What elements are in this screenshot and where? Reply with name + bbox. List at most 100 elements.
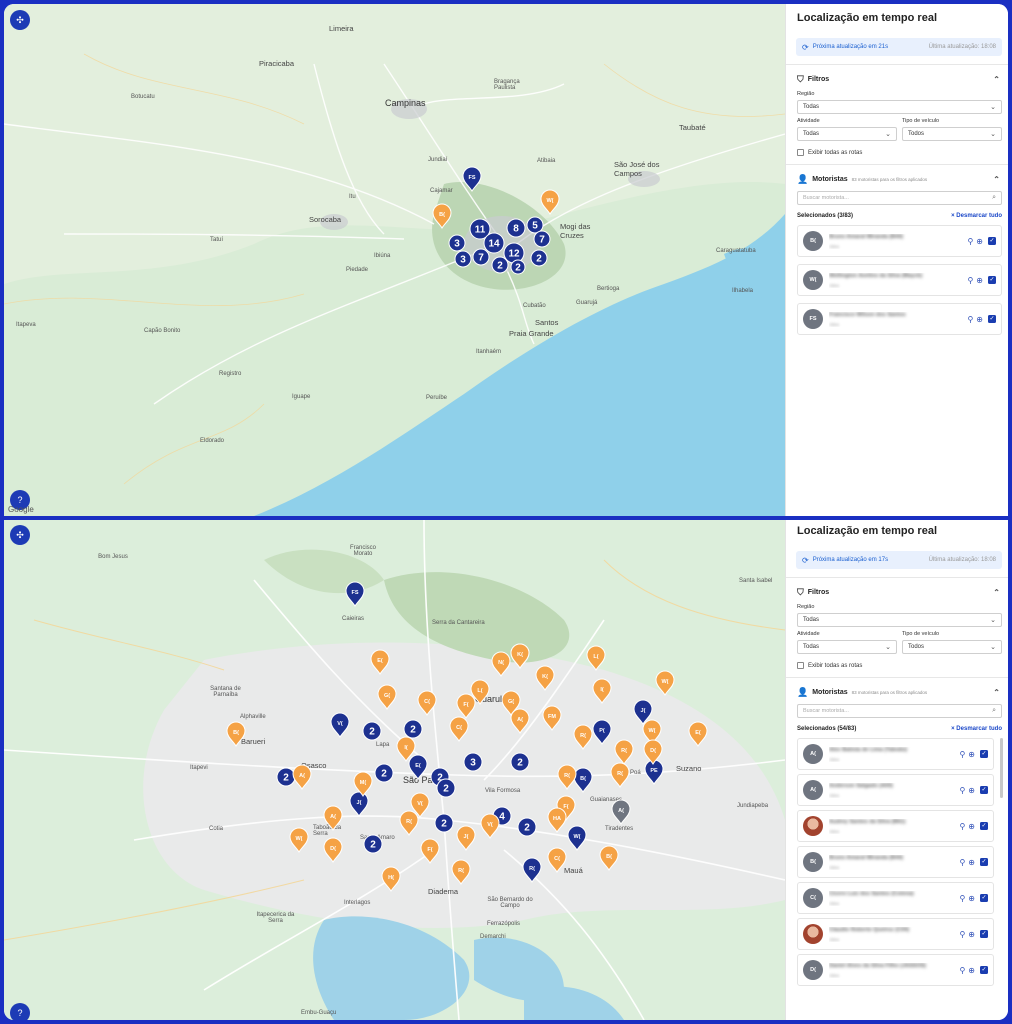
driver-pin-marker[interactable]: B( xyxy=(432,203,452,229)
location-pin-icon[interactable]: ⚲ xyxy=(959,930,965,939)
location-pin-icon[interactable]: ⚲ xyxy=(967,237,973,246)
show-routes-toggle[interactable]: Exibir todas as rotas xyxy=(786,662,1008,669)
region-select[interactable]: Todas ⌄ xyxy=(797,613,1002,627)
driver-pin-marker[interactable]: A( xyxy=(323,805,343,831)
driver-pin-marker[interactable]: J( xyxy=(456,825,476,851)
target-icon[interactable]: ⊕ xyxy=(976,276,983,285)
checkbox-checked[interactable]: ✓ xyxy=(980,750,988,758)
driver-pin-marker[interactable]: F( xyxy=(420,838,440,864)
cluster-marker[interactable]: 2 xyxy=(276,767,296,787)
vehicle-select[interactable]: Todos ⌄ xyxy=(902,127,1002,141)
driver-pin-marker[interactable]: W( xyxy=(540,189,560,215)
cluster-marker[interactable]: 14 xyxy=(483,232,505,254)
driver-pin-marker[interactable]: K( xyxy=(535,665,555,691)
cluster-marker[interactable]: 2 xyxy=(530,249,548,267)
refresh-icon[interactable]: ⟳ xyxy=(802,43,809,52)
cluster-marker[interactable]: 2 xyxy=(363,834,383,854)
drivers-header[interactable]: 👤 Motoristas 83 motoristas para os filtr… xyxy=(786,684,1008,700)
checkbox-checked[interactable]: ✓ xyxy=(980,786,988,794)
driver-pin-marker[interactable]: R( xyxy=(557,764,577,790)
driver-card[interactable]: Claudio Roberto Queiroz (C04) Ativo ⚲ ⊕ ✓ xyxy=(797,918,994,950)
target-icon[interactable]: ⊕ xyxy=(968,966,975,975)
map-top[interactable]: Limeira Campinas Piracicaba Jundiaí Soro… xyxy=(4,4,785,516)
driver-pin-marker[interactable]: F( xyxy=(456,693,476,719)
driver-pin-marker[interactable]: E( xyxy=(408,754,428,780)
target-icon[interactable]: ⊕ xyxy=(968,750,975,759)
driver-pin-marker[interactable]: V( xyxy=(330,712,350,738)
help-icon[interactable]: ? xyxy=(10,1003,30,1020)
checkbox-checked[interactable]: ✓ xyxy=(988,315,996,323)
driver-search-input[interactable]: Buscar motorista... ⌕ xyxy=(797,704,1002,718)
cluster-marker[interactable]: 3 xyxy=(454,250,472,268)
cluster-marker[interactable]: 2 xyxy=(510,752,530,772)
driver-card[interactable]: Audrey Santos da Silva (B61) Ativo ⚲ ⊕ ✓ xyxy=(797,810,994,842)
cluster-marker[interactable]: 2 xyxy=(374,763,394,783)
filters-header[interactable]: ⛉ Filtros ⌃ xyxy=(786,71,1008,87)
location-pin-icon[interactable]: ⚲ xyxy=(959,750,965,759)
map-bottom[interactable]: Guarulhos São Paulo Osasco Barueri Diade… xyxy=(4,520,785,1020)
driver-pin-marker[interactable]: C( xyxy=(449,716,469,742)
chevron-up-icon[interactable]: ⌃ xyxy=(993,75,1000,84)
target-icon[interactable]: ⊕ xyxy=(968,894,975,903)
driver-pin-marker[interactable]: B( xyxy=(599,845,619,871)
driver-pin-marker[interactable]: R( xyxy=(451,859,471,885)
chevron-up-icon[interactable]: ⌃ xyxy=(993,688,1000,697)
driver-pin-marker[interactable]: FS xyxy=(462,166,482,192)
driver-pin-marker[interactable]: E( xyxy=(370,649,390,675)
driver-card[interactable]: FS Francisco Wilson dos Santos Ativo ⚲ ⊕ ✓ xyxy=(797,303,1002,335)
driver-pin-marker[interactable]: W( xyxy=(289,827,309,853)
target-icon[interactable]: ⊕ xyxy=(968,786,975,795)
cluster-marker[interactable]: 2 xyxy=(403,719,423,739)
driver-search-input[interactable]: Buscar motorista... ⌕ xyxy=(797,191,1002,205)
driver-pin-marker[interactable]: B( xyxy=(573,767,593,793)
driver-pin-marker[interactable]: E( xyxy=(688,721,708,747)
location-pin-icon[interactable]: ⚲ xyxy=(959,822,965,831)
filters-header[interactable]: ⛉ Filtros ⌃ xyxy=(786,584,1008,600)
driver-card[interactable]: D( Daniel Alves da Silva Filho (JASSOS) A… xyxy=(797,954,994,986)
driver-pin-marker[interactable]: FS xyxy=(345,581,365,607)
checkbox-checked[interactable]: ✓ xyxy=(980,858,988,866)
target-icon[interactable]: ⊕ xyxy=(968,930,975,939)
driver-pin-marker[interactable]: V( xyxy=(480,813,500,839)
driver-card[interactable]: W( Wellington Avelino da Silva (Mayck) At… xyxy=(797,264,1002,296)
map-top-markers[interactable]: 1114128 5733 72 22FSB(W( xyxy=(4,4,785,516)
cluster-marker[interactable]: 7 xyxy=(533,230,551,248)
cluster-marker[interactable]: 2 xyxy=(436,778,456,798)
location-pin-icon[interactable]: ⚲ xyxy=(959,894,965,903)
driver-card[interactable]: C( Cicero Luiz dos Santos (Cotena) Ativo … xyxy=(797,882,994,914)
location-pin-icon[interactable]: ⚲ xyxy=(959,786,965,795)
chevron-up-icon[interactable]: ⌃ xyxy=(993,588,1000,597)
target-icon[interactable]: ⊕ xyxy=(976,237,983,246)
collapse-icon[interactable]: ✣ xyxy=(10,10,30,30)
cluster-marker[interactable]: 5 xyxy=(526,216,544,234)
driver-pin-marker[interactable]: R( xyxy=(522,857,542,883)
checkbox-checked[interactable]: ✓ xyxy=(980,894,988,902)
location-pin-icon[interactable]: ⚲ xyxy=(967,276,973,285)
driver-pin-marker[interactable]: R( xyxy=(610,762,630,788)
driver-pin-marker[interactable]: C( xyxy=(417,690,437,716)
driver-card[interactable]: A( Alex Batista de Lima (Taboão) Ativo ⚲ ⊕… xyxy=(797,738,994,770)
location-pin-icon[interactable]: ⚲ xyxy=(967,315,973,324)
checkbox-checked[interactable]: ✓ xyxy=(980,966,988,974)
chevron-up-icon[interactable]: ⌃ xyxy=(993,175,1000,184)
cluster-marker[interactable]: 2 xyxy=(517,817,537,837)
driver-pin-marker[interactable]: D( xyxy=(643,739,663,765)
cluster-marker[interactable]: 2 xyxy=(362,721,382,741)
driver-pin-marker[interactable]: D( xyxy=(323,837,343,863)
vehicle-select[interactable]: Todos ⌄ xyxy=(902,640,1002,654)
checkbox-checked[interactable]: ✓ xyxy=(980,822,988,830)
checkbox-checked[interactable]: ✓ xyxy=(988,276,996,284)
driver-pin-marker[interactable]: G( xyxy=(377,684,397,710)
driver-pin-marker[interactable]: PE xyxy=(644,759,664,785)
region-select[interactable]: Todas ⌄ xyxy=(797,100,1002,114)
refresh-icon[interactable]: ⟳ xyxy=(802,556,809,565)
driver-pin-marker[interactable]: A( xyxy=(611,799,631,825)
map-bottom-markers[interactable]: 222222324222FSV(E(K(J(P(B(PEW(R(J(E(G(C(… xyxy=(4,520,785,1020)
driver-card[interactable]: A( Anderson Salgado (A00) Ativo ⚲ ⊕ ✓ xyxy=(797,774,994,806)
cluster-marker[interactable]: 7 xyxy=(472,248,490,266)
driver-pin-marker[interactable]: I( xyxy=(592,678,612,704)
cluster-marker[interactable]: 2 xyxy=(510,259,526,275)
driver-pin-marker[interactable]: R( xyxy=(399,810,419,836)
driver-pin-marker[interactable]: A( xyxy=(510,708,530,734)
checkbox-checked[interactable]: ✓ xyxy=(988,237,996,245)
